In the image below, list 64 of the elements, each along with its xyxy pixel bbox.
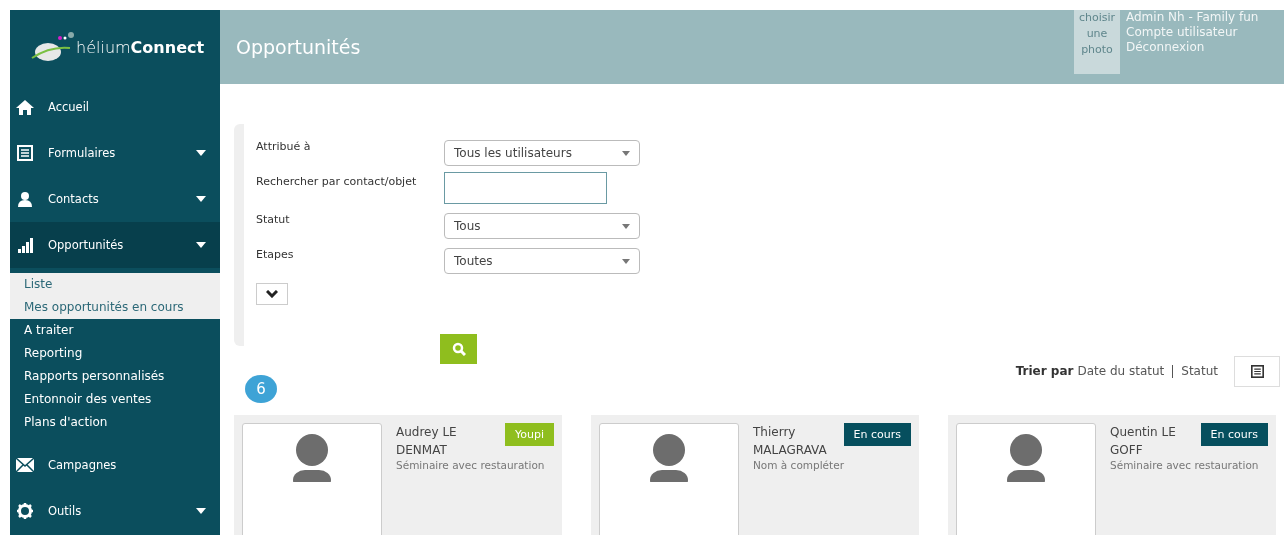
nav-label: Opportunités [48,238,125,252]
submenu-item[interactable]: Liste [10,273,220,296]
sort-option[interactable]: Statut [1181,364,1218,379]
sort-option[interactable]: Date du statut [1077,364,1165,379]
contact-name: Quentin LE GOFF [1110,424,1177,459]
submenu-item[interactable]: Rapports personnalisés [10,365,220,388]
avatar-icon [1004,434,1048,482]
person-icon [16,191,34,207]
nav-item[interactable]: Contacts [10,176,220,222]
nav-label: Contacts [48,192,100,206]
page-title: Opportunités [236,36,362,58]
nav-label: Campagnes [48,458,118,472]
submenu-item[interactable]: Mes opportunités en cours [10,296,220,319]
card-subject: Séminaire avec restauration [1110,459,1260,471]
caret-icon [622,150,630,156]
caret-icon [622,223,630,229]
home-icon [16,99,34,115]
list-icon [16,145,34,161]
status-badge: En cours [1200,423,1268,446]
filter-label: Rechercher par contact/objet [256,175,418,190]
nav-item[interactable]: Campagnes [10,442,220,488]
opportunity-card[interactable]: Thierry MALAGRAVA En cours Nom à compléter [591,415,919,535]
search-field[interactable] [444,172,607,204]
nav-item[interactable]: Formulaires [10,130,220,176]
chevron-icon [266,290,278,298]
nav-label: Accueil [48,100,91,114]
nav-item[interactable]: Accueil [10,84,220,130]
select-field[interactable]: Tous [444,213,640,239]
filter-label: Etapes [256,248,295,263]
opportunity-card[interactable]: Quentin LE GOFF En cours Séminaire avec restauration [948,415,1276,535]
avatar-icon [647,434,691,482]
count-badge: 6 [245,374,277,403]
nav-item[interactable]: Opportunités [10,222,220,268]
submenu-item[interactable]: A traiter [10,319,220,342]
select-field[interactable]: Toutes [444,248,640,274]
card-subject: Nom à compléter [753,459,845,471]
filter-label: Statut [256,213,291,228]
contact-name: Thierry MALAGRAVA [753,424,828,459]
user-name: Admin Nh - Family fun [1126,10,1260,25]
nav-item[interactable]: Outils [10,488,220,534]
filter-label: Attribué à [256,140,312,155]
sort-label: Trier par [1015,364,1074,379]
submenu-item[interactable]: Plans d'action [10,411,220,434]
list-icon [1250,364,1264,378]
select-field[interactable]: Tous les utilisateurs [444,140,640,166]
opportunity-card[interactable]: Audrey LE DENMAT Youpi Séminaire avec restauration [234,415,562,535]
nav-label: Formulaires [48,146,117,160]
avatar-icon [290,434,334,482]
bar-chart-icon [16,237,34,253]
list-view-button[interactable] [1234,355,1280,387]
card-subject: Séminaire avec restauration [396,459,546,471]
gear-icon [16,503,34,519]
status-badge: En cours [843,423,911,446]
search-icon [451,342,466,356]
submenu-item[interactable]: Entonnoir des ventes [10,388,220,411]
logo-icon [30,32,74,62]
expand-button[interactable] [256,283,288,305]
logo-text: héliumConnect [76,37,205,57]
envelope-icon [16,457,34,473]
nav-label: Outils [48,504,83,518]
submenu-item[interactable]: Reporting [10,342,220,365]
status-badge: Youpi [505,423,554,446]
caret-icon [622,258,630,264]
contact-name: Audrey LE DENMAT [396,424,458,459]
